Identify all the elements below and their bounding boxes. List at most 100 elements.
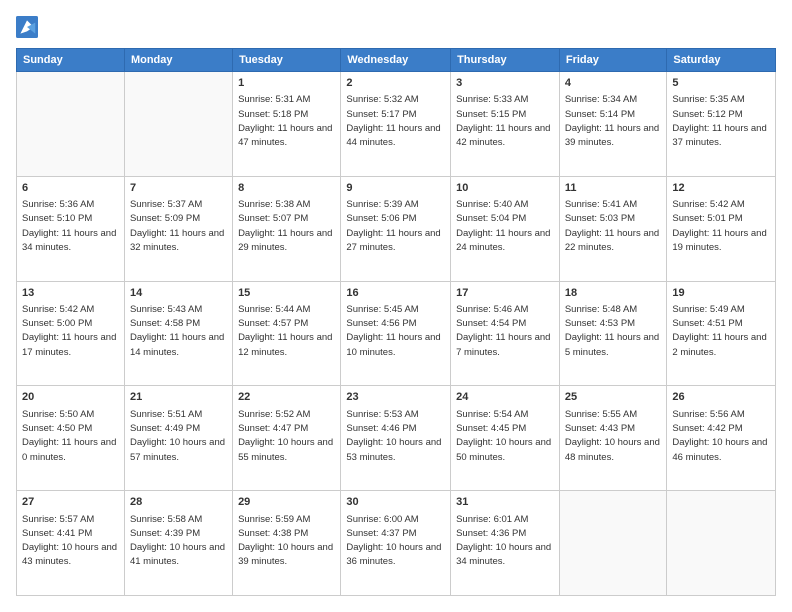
week-row-2: 6Sunrise: 5:36 AMSunset: 5:10 PMDaylight… xyxy=(17,176,776,281)
day-info: Sunrise: 5:31 AMSunset: 5:18 PMDaylight:… xyxy=(238,93,335,150)
calendar-cell: 29Sunrise: 5:59 AMSunset: 4:38 PMDayligh… xyxy=(233,491,341,596)
calendar-header-row: SundayMondayTuesdayWednesdayThursdayFrid… xyxy=(17,49,776,72)
week-row-4: 20 Sunrise: 5:50 AMSunset: 4:50 PMDayligh… xyxy=(17,386,776,491)
calendar-cell: 8 Sunrise: 5:38 AMSunset: 5:07 PMDaylight… xyxy=(233,176,341,281)
day-info: Sunrise: 5:58 AMSunset: 4:39 PMDaylight:… xyxy=(130,513,227,570)
calendar-cell: 20 Sunrise: 5:50 AMSunset: 4:50 PMDayligh… xyxy=(17,386,125,491)
day-number: 2 xyxy=(346,76,445,91)
day-number: 22 xyxy=(238,390,335,405)
calendar-header-thursday: Thursday xyxy=(451,49,560,72)
day-number: 13 xyxy=(22,286,119,301)
calendar-cell: 4Sunrise: 5:34 AMSunset: 5:14 PMDaylight… xyxy=(559,72,667,177)
calendar-cell xyxy=(124,72,232,177)
day-info: Sunrise: 5:44 AMSunset: 4:57 PMDaylight:… xyxy=(238,303,335,360)
week-row-1: 1Sunrise: 5:31 AMSunset: 5:18 PMDaylight… xyxy=(17,72,776,177)
day-number: 5 xyxy=(672,76,770,91)
calendar-header-sunday: Sunday xyxy=(17,49,125,72)
calendar-cell: 12 Sunrise: 5:42 AMSunset: 5:01 PMDayligh… xyxy=(667,176,776,281)
day-info: Sunrise: 5:33 AMSunset: 5:15 PMDaylight:… xyxy=(456,93,554,150)
calendar-cell: 2 Sunrise: 5:32 AMSunset: 5:17 PMDaylight… xyxy=(341,72,451,177)
calendar-header-friday: Friday xyxy=(559,49,667,72)
calendar-cell: 13 Sunrise: 5:42 AMSunset: 5:00 PMDayligh… xyxy=(17,281,125,386)
calendar-cell: 5 Sunrise: 5:35 AMSunset: 5:12 PMDaylight… xyxy=(667,72,776,177)
day-info: Sunrise: 5:57 AMSunset: 4:41 PMDaylight:… xyxy=(22,513,119,570)
day-info: Sunrise: 5:38 AMSunset: 5:07 PMDaylight:… xyxy=(238,198,335,255)
calendar-cell: 10 Sunrise: 5:40 AMSunset: 5:04 PMDayligh… xyxy=(451,176,560,281)
day-number: 30 xyxy=(346,495,445,510)
calendar-cell xyxy=(667,491,776,596)
calendar-cell: 24 Sunrise: 5:54 AMSunset: 4:45 PMDayligh… xyxy=(451,386,560,491)
day-number: 20 xyxy=(22,390,119,405)
calendar-header-saturday: Saturday xyxy=(667,49,776,72)
day-number: 31 xyxy=(456,495,554,510)
calendar-cell: 7 Sunrise: 5:37 AMSunset: 5:09 PMDaylight… xyxy=(124,176,232,281)
day-info: Sunrise: 5:42 AMSunset: 5:01 PMDaylight:… xyxy=(672,198,770,255)
calendar-cell: 18 Sunrise: 5:48 AMSunset: 4:53 PMDayligh… xyxy=(559,281,667,386)
calendar-cell: 23Sunrise: 5:53 AMSunset: 4:46 PMDayligh… xyxy=(341,386,451,491)
day-number: 9 xyxy=(346,181,445,196)
day-number: 24 xyxy=(456,390,554,405)
day-info: Sunrise: 5:40 AMSunset: 5:04 PMDaylight:… xyxy=(456,198,554,255)
day-info: Sunrise: 5:54 AMSunset: 4:45 PMDaylight:… xyxy=(456,408,554,465)
day-info: Sunrise: 5:45 AMSunset: 4:56 PMDaylight:… xyxy=(346,303,445,360)
calendar-cell: 21 Sunrise: 5:51 AMSunset: 4:49 PMDayligh… xyxy=(124,386,232,491)
calendar-table: SundayMondayTuesdayWednesdayThursdayFrid… xyxy=(16,48,776,596)
calendar-cell: 22 Sunrise: 5:52 AMSunset: 4:47 PMDayligh… xyxy=(233,386,341,491)
header xyxy=(16,16,776,38)
day-number: 15 xyxy=(238,286,335,301)
day-info: Sunrise: 5:49 AMSunset: 4:51 PMDaylight:… xyxy=(672,303,770,360)
day-info: Sunrise: 5:50 AMSunset: 4:50 PMDaylight:… xyxy=(22,408,119,465)
day-info: Sunrise: 5:52 AMSunset: 4:47 PMDaylight:… xyxy=(238,408,335,465)
day-number: 26 xyxy=(672,390,770,405)
day-info: Sunrise: 5:42 AMSunset: 5:00 PMDaylight:… xyxy=(22,303,119,360)
calendar-cell: 16Sunrise: 5:45 AMSunset: 4:56 PMDayligh… xyxy=(341,281,451,386)
day-info: Sunrise: 5:32 AMSunset: 5:17 PMDaylight:… xyxy=(346,93,445,150)
calendar-cell xyxy=(17,72,125,177)
calendar-cell: 6Sunrise: 5:36 AMSunset: 5:10 PMDaylight… xyxy=(17,176,125,281)
day-number: 17 xyxy=(456,286,554,301)
day-info: Sunrise: 5:46 AMSunset: 4:54 PMDaylight:… xyxy=(456,303,554,360)
day-info: Sunrise: 5:39 AMSunset: 5:06 PMDaylight:… xyxy=(346,198,445,255)
calendar-cell: 19 Sunrise: 5:49 AMSunset: 4:51 PMDayligh… xyxy=(667,281,776,386)
day-info: Sunrise: 5:55 AMSunset: 4:43 PMDaylight:… xyxy=(565,408,662,465)
day-number: 12 xyxy=(672,181,770,196)
day-info: Sunrise: 5:37 AMSunset: 5:09 PMDaylight:… xyxy=(130,198,227,255)
day-info: Sunrise: 5:48 AMSunset: 4:53 PMDaylight:… xyxy=(565,303,662,360)
day-number: 18 xyxy=(565,286,662,301)
calendar-cell: 17 Sunrise: 5:46 AMSunset: 4:54 PMDayligh… xyxy=(451,281,560,386)
day-number: 7 xyxy=(130,181,227,196)
calendar-header-wednesday: Wednesday xyxy=(341,49,451,72)
day-info: Sunrise: 5:53 AMSunset: 4:46 PMDaylight:… xyxy=(346,408,445,465)
calendar-cell: 28 Sunrise: 5:58 AMSunset: 4:39 PMDayligh… xyxy=(124,491,232,596)
day-number: 19 xyxy=(672,286,770,301)
day-number: 14 xyxy=(130,286,227,301)
calendar-cell: 30 Sunrise: 6:00 AMSunset: 4:37 PMDayligh… xyxy=(341,491,451,596)
day-number: 3 xyxy=(456,76,554,91)
calendar-cell: 31 Sunrise: 6:01 AMSunset: 4:36 PMDayligh… xyxy=(451,491,560,596)
day-info: Sunrise: 6:00 AMSunset: 4:37 PMDaylight:… xyxy=(346,513,445,570)
day-number: 10 xyxy=(456,181,554,196)
day-number: 28 xyxy=(130,495,227,510)
calendar-header-monday: Monday xyxy=(124,49,232,72)
day-number: 27 xyxy=(22,495,119,510)
calendar-cell: 25Sunrise: 5:55 AMSunset: 4:43 PMDayligh… xyxy=(559,386,667,491)
day-number: 21 xyxy=(130,390,227,405)
calendar-cell: 26 Sunrise: 5:56 AMSunset: 4:42 PMDayligh… xyxy=(667,386,776,491)
logo-icon xyxy=(16,16,38,38)
day-number: 8 xyxy=(238,181,335,196)
day-info: Sunrise: 6:01 AMSunset: 4:36 PMDaylight:… xyxy=(456,513,554,570)
day-info: Sunrise: 5:35 AMSunset: 5:12 PMDaylight:… xyxy=(672,93,770,150)
week-row-5: 27 Sunrise: 5:57 AMSunset: 4:41 PMDayligh… xyxy=(17,491,776,596)
day-info: Sunrise: 5:56 AMSunset: 4:42 PMDaylight:… xyxy=(672,408,770,465)
calendar-cell: 9 Sunrise: 5:39 AMSunset: 5:06 PMDaylight… xyxy=(341,176,451,281)
calendar-cell: 1Sunrise: 5:31 AMSunset: 5:18 PMDaylight… xyxy=(233,72,341,177)
page: SundayMondayTuesdayWednesdayThursdayFrid… xyxy=(0,0,792,612)
calendar-cell: 11 Sunrise: 5:41 AMSunset: 5:03 PMDayligh… xyxy=(559,176,667,281)
day-info: Sunrise: 5:36 AMSunset: 5:10 PMDaylight:… xyxy=(22,198,119,255)
week-row-3: 13 Sunrise: 5:42 AMSunset: 5:00 PMDayligh… xyxy=(17,281,776,386)
calendar-cell: 15 Sunrise: 5:44 AMSunset: 4:57 PMDayligh… xyxy=(233,281,341,386)
day-info: Sunrise: 5:51 AMSunset: 4:49 PMDaylight:… xyxy=(130,408,227,465)
day-number: 11 xyxy=(565,181,662,196)
day-info: Sunrise: 5:41 AMSunset: 5:03 PMDaylight:… xyxy=(565,198,662,255)
day-info: Sunrise: 5:59 AMSunset: 4:38 PMDaylight:… xyxy=(238,513,335,570)
